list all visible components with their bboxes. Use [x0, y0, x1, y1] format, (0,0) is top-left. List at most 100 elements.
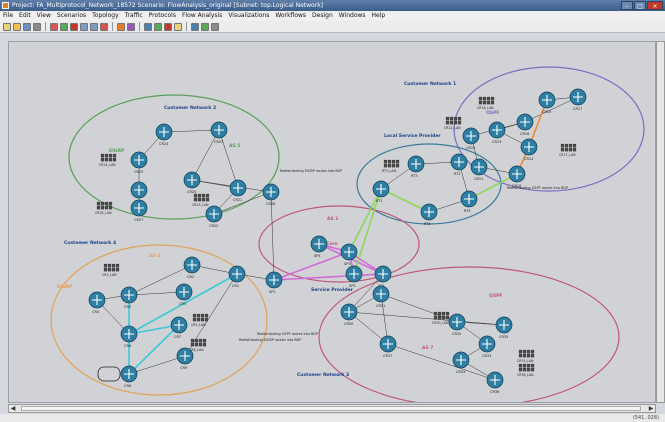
- help-icon[interactable]: [174, 22, 182, 31]
- menu-file[interactable]: File: [0, 11, 16, 21]
- menu-edit[interactable]: Edit: [16, 11, 34, 21]
- toolbar-separator: [139, 22, 140, 31]
- workstation-icon: [96, 201, 101, 206]
- link: [191, 129, 220, 181]
- scroll-right-icon[interactable]: ▶: [647, 405, 655, 412]
- selection-box: [97, 366, 121, 382]
- menu-traffic[interactable]: Traffic: [122, 11, 146, 21]
- window-title: Project: FA_Multiprotocol_Network_18572 …: [12, 2, 324, 9]
- vertical-scrollbar[interactable]: [656, 41, 665, 403]
- workstation-icon: [107, 267, 112, 272]
- save-icon[interactable]: [23, 22, 31, 31]
- as-label: AS 4: [149, 253, 160, 259]
- menu-protocols[interactable]: Protocols: [146, 11, 179, 21]
- workstation-icon: [383, 163, 388, 168]
- workstation-icon: [486, 100, 491, 105]
- new-icon[interactable]: [3, 22, 11, 31]
- grid-icon[interactable]: [191, 22, 199, 31]
- router-label: CR9: [180, 366, 187, 370]
- workstation-icon: [196, 313, 201, 318]
- workstation-icon: [112, 153, 117, 158]
- menu-flow-analysis[interactable]: Flow Analysis: [179, 11, 225, 21]
- router-label: CR28: [266, 202, 275, 206]
- title-bar: Project: FA_Multiprotocol_Network_18572 …: [0, 0, 665, 11]
- flag-icon[interactable]: [90, 22, 98, 31]
- zone-label: Customer Network 4: [64, 240, 116, 246]
- router-label: CR11: [474, 177, 483, 181]
- workstation-icon: [391, 163, 396, 168]
- zoom-out-icon[interactable]: [80, 22, 88, 31]
- print-icon[interactable]: [33, 22, 41, 31]
- workstation-icon: [490, 96, 495, 101]
- workstation-icon: [518, 349, 523, 354]
- workstation-icon: [111, 267, 116, 272]
- filter-icon[interactable]: [100, 22, 108, 31]
- zone-sp: [258, 205, 420, 283]
- workstation-icon: [482, 100, 487, 105]
- workstation-icon: [192, 313, 197, 318]
- network-canvas[interactable]: Customer Network 2 EIGRP AS 5 Customer Netw…: [8, 41, 656, 403]
- annotation-text: Redistributing OSPF routes into BGP: [257, 332, 318, 336]
- workstation-icon: [478, 100, 483, 105]
- lan-label: RT3_LAN: [382, 169, 397, 173]
- workstation-icon: [522, 363, 527, 368]
- workstation-icon: [522, 349, 527, 354]
- app-window: Project: FA_Multiprotocol_Network_18572 …: [0, 0, 665, 422]
- minimize-button[interactable]: –: [621, 1, 633, 10]
- router-label: CR33: [482, 354, 491, 358]
- maximize-button[interactable]: □: [634, 1, 646, 10]
- report-icon[interactable]: [154, 22, 162, 31]
- workstation-icon: [108, 205, 113, 210]
- open-icon[interactable]: [13, 22, 21, 31]
- workstation-icon: [522, 353, 527, 358]
- workstation-icon: [193, 193, 198, 198]
- link-icon[interactable]: [60, 22, 68, 31]
- menu-topology[interactable]: Topology: [89, 11, 122, 21]
- workstation-icon: [530, 349, 535, 354]
- close-button[interactable]: ×: [647, 1, 663, 10]
- workstation-icon: [103, 263, 108, 268]
- router-label: CR25: [134, 170, 143, 174]
- router-label: CR7: [174, 335, 181, 339]
- status-bar: (541, 028): [0, 414, 665, 422]
- menu-view[interactable]: View: [34, 11, 54, 21]
- table-icon[interactable]: [127, 22, 135, 31]
- router-label: CR13: [492, 140, 501, 144]
- node-icon[interactable]: [50, 22, 58, 31]
- lan-label: CR24_LAN: [99, 163, 116, 167]
- menu-design[interactable]: Design: [309, 11, 336, 21]
- menu-scenarios[interactable]: Scenarios: [54, 11, 89, 21]
- menu-visualizations[interactable]: Visualizations: [225, 11, 272, 21]
- router-label: RT4: [424, 222, 431, 226]
- workstation-icon: [197, 193, 202, 198]
- workstation-icon: [197, 197, 202, 202]
- menu-windows[interactable]: Windows: [336, 11, 369, 21]
- horizontal-scrollbar[interactable]: ◀ ▶: [8, 404, 656, 413]
- workstation-icon: [395, 159, 400, 164]
- workstation-icon: [194, 342, 199, 347]
- workstation-icon: [457, 120, 462, 125]
- workstation-icon: [395, 163, 400, 168]
- chart-icon[interactable]: [117, 22, 125, 31]
- zoom-in-icon[interactable]: [70, 22, 78, 31]
- workstation-icon: [453, 120, 458, 125]
- scroll-thumb[interactable]: [21, 406, 641, 411]
- menu-workflows[interactable]: Workflows: [272, 11, 309, 21]
- network-diagram[interactable]: Customer Network 2 EIGRP AS 5 Customer Netw…: [9, 42, 656, 403]
- scroll-left-icon[interactable]: ◀: [9, 405, 17, 412]
- toolbar: [0, 21, 665, 33]
- workstation-icon: [568, 147, 573, 152]
- router-label: CR22: [209, 224, 218, 228]
- lan-label: CR36_LAN: [517, 373, 534, 377]
- toolbar-separator: [112, 22, 113, 31]
- route-icon[interactable]: [144, 22, 152, 31]
- link: [213, 191, 272, 215]
- tile-icon[interactable]: [211, 22, 219, 31]
- workstation-icon: [108, 153, 113, 158]
- window-icon[interactable]: [201, 22, 209, 31]
- map-icon[interactable]: [164, 22, 172, 31]
- cursor-coordinates: (541, 028): [632, 415, 659, 421]
- workstation-icon: [115, 267, 120, 272]
- menu-help[interactable]: Help: [369, 11, 389, 21]
- menu-bar: File Edit View Scenarios Topology Traffic Prot…: [0, 11, 665, 21]
